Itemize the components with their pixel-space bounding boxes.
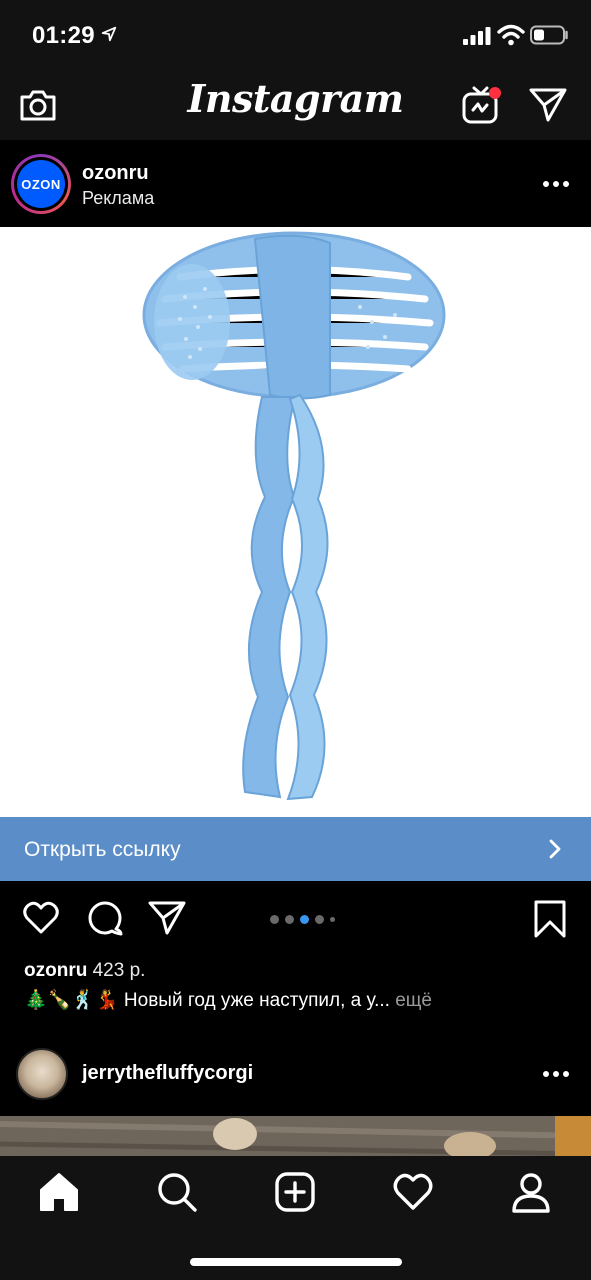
cta-label: Открыть ссылку	[24, 838, 181, 861]
profile-icon[interactable]	[509, 1170, 553, 1214]
carousel-dot	[330, 916, 335, 922]
sponsored-label: Реклама	[82, 188, 155, 208]
cellular-signal-icon	[463, 27, 491, 45]
avatar[interactable]	[16, 1048, 68, 1100]
status-time: 01:29	[32, 22, 95, 49]
comment-icon[interactable]	[86, 899, 124, 937]
post-header: OZON ozonru Реклама	[0, 140, 591, 227]
new-post-icon[interactable]	[273, 1170, 317, 1214]
caption-emoji: 🎄🍾🕺💃	[24, 990, 119, 1011]
post-username[interactable]: ozonru	[82, 162, 149, 185]
caption-text-line: 🎄🍾🕺💃 Новый год уже наступил, а у... ещё	[24, 988, 584, 1012]
caption-price: 423 р.	[92, 960, 146, 981]
open-link-button[interactable]: Открыть ссылку	[0, 817, 591, 881]
carousel-dot	[315, 914, 324, 924]
carousel-dot	[285, 914, 294, 924]
caption-more-link[interactable]: ещё	[395, 990, 432, 1011]
home-indicator[interactable]	[190, 1258, 402, 1266]
location-arrow-icon	[101, 26, 117, 42]
post-action-bar	[0, 881, 591, 957]
share-icon[interactable]	[147, 899, 187, 937]
next-post-photo	[0, 1116, 591, 1156]
save-bookmark-icon[interactable]	[532, 899, 568, 939]
carousel-dot-active	[300, 914, 309, 924]
avatar[interactable]: OZON	[11, 154, 71, 214]
status-bar: 01:29	[0, 0, 591, 70]
ozon-logo: OZON	[17, 160, 65, 208]
caption-text: Новый год уже наступил, а у...	[123, 990, 390, 1011]
search-icon[interactable]	[155, 1170, 199, 1214]
activity-heart-icon[interactable]	[391, 1170, 435, 1214]
chevron-right-icon	[549, 839, 561, 859]
next-post-header: jerrythefluffycorgi	[0, 1040, 591, 1116]
next-post-username[interactable]: jerrythefluffycorgi	[82, 1062, 253, 1085]
instagram-logo[interactable]: Instagram	[0, 76, 591, 121]
battery-icon	[530, 25, 568, 45]
bottom-tab-bar	[0, 1156, 591, 1280]
wifi-icon	[497, 24, 525, 46]
carousel-indicator	[270, 914, 350, 924]
more-options-icon[interactable]	[540, 1060, 572, 1088]
like-heart-icon[interactable]	[22, 899, 60, 937]
top-nav: Instagram	[0, 70, 591, 140]
caption-username[interactable]: ozonru	[24, 960, 87, 981]
carousel-dot	[270, 914, 279, 924]
post-image[interactable]	[0, 227, 591, 817]
igtv-icon[interactable]	[460, 84, 502, 126]
more-options-icon[interactable]	[540, 170, 572, 198]
home-icon[interactable]	[37, 1170, 81, 1214]
product-image	[142, 231, 446, 801]
direct-message-icon[interactable]	[528, 86, 568, 124]
caption-price-line: ozonru 423 р.	[24, 960, 145, 982]
next-post-image[interactable]	[0, 1116, 591, 1156]
